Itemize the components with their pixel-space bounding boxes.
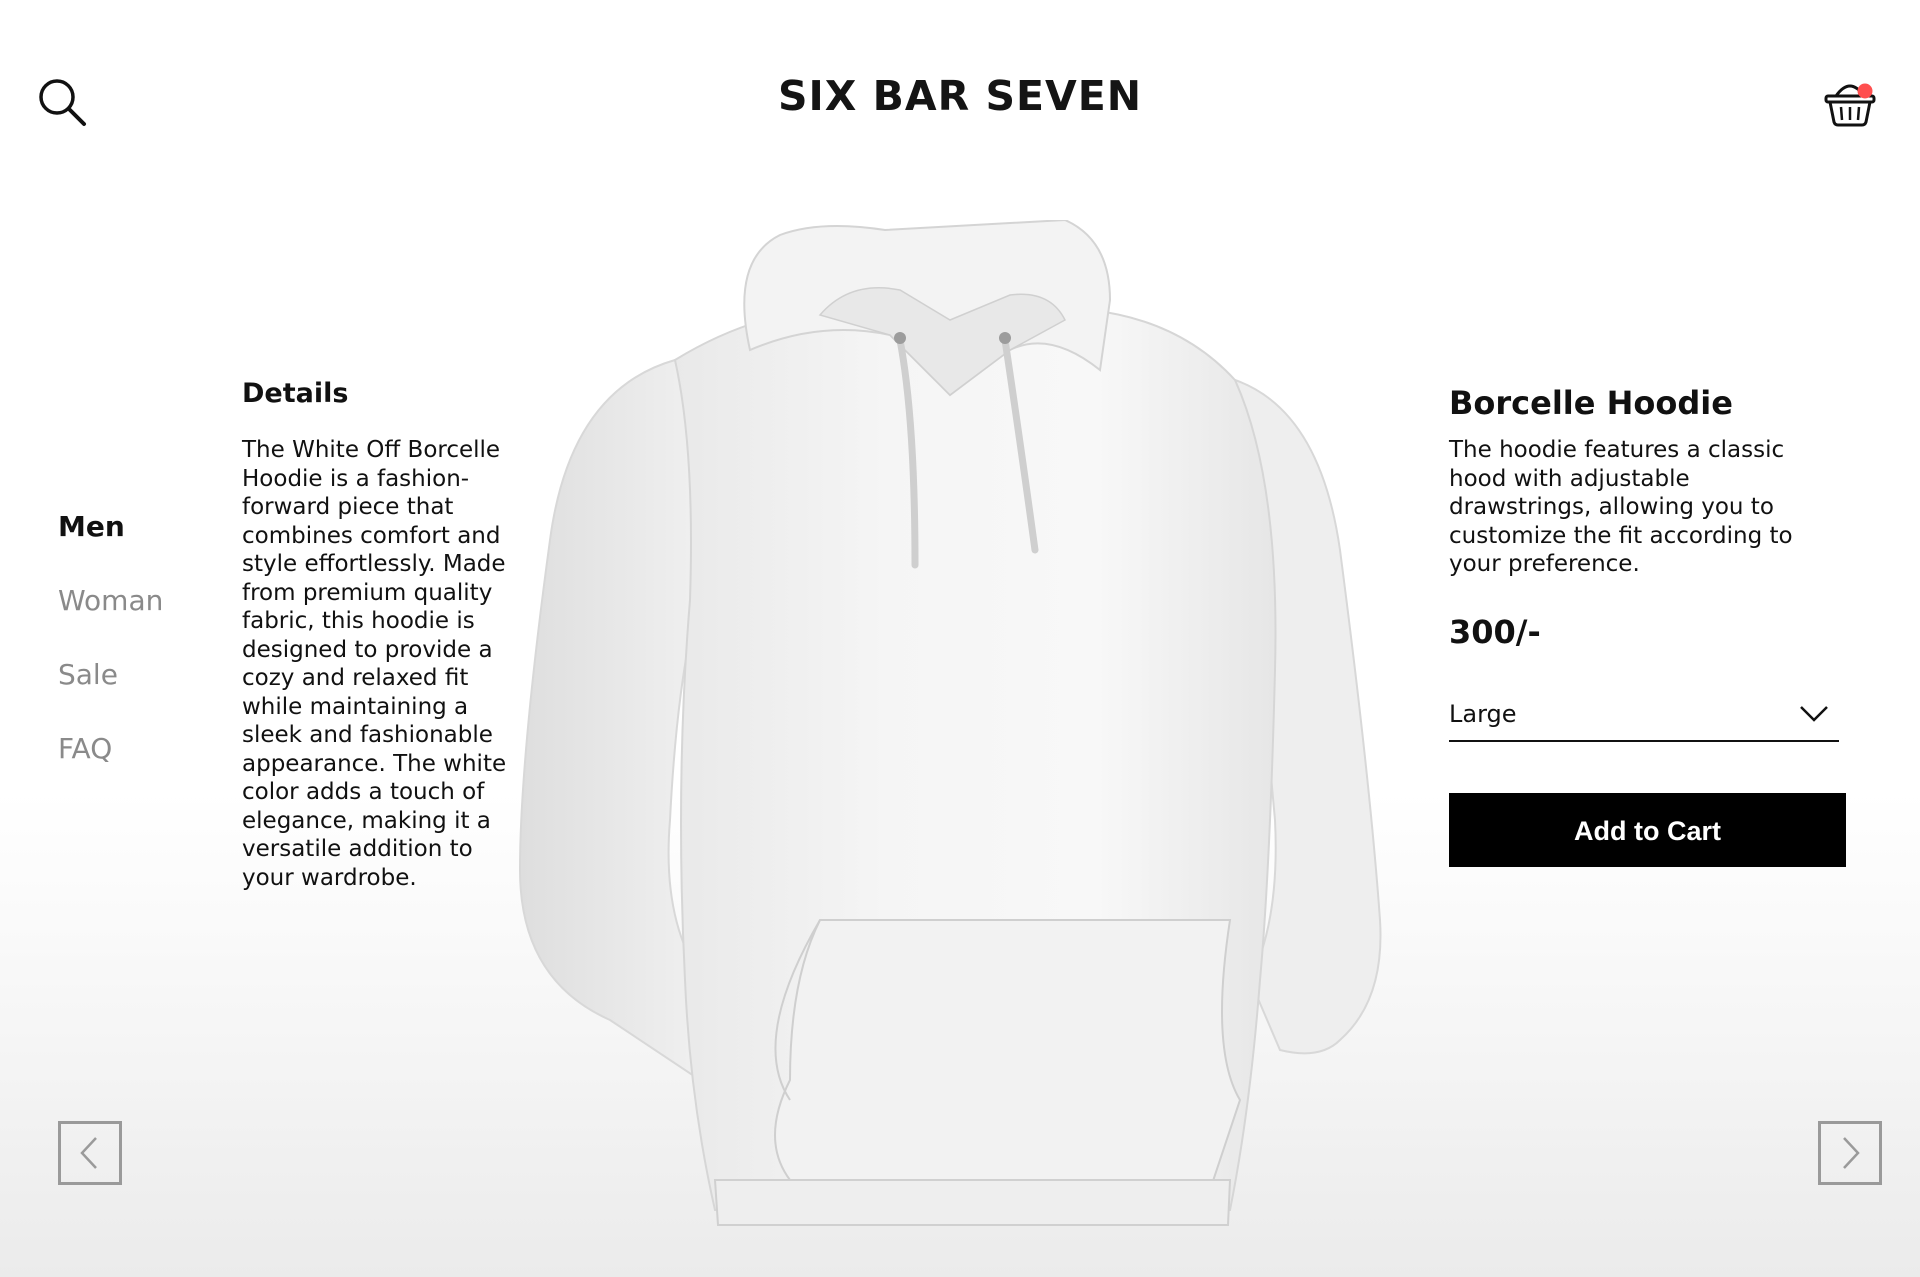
details-text: The White Off Borcelle Hoodie is a fashi… — [242, 437, 507, 891]
nav-item-woman[interactable]: Woman — [58, 584, 163, 617]
basket-icon[interactable] — [1822, 74, 1878, 130]
white-hoodie-image — [490, 218, 1420, 1240]
size-select[interactable]: Large — [1449, 694, 1839, 742]
details-heading: Details — [242, 378, 349, 409]
add-to-cart-button[interactable]: Add to Cart — [1449, 793, 1846, 867]
cart-badge — [1857, 83, 1873, 99]
size-select-value: Large — [1449, 700, 1517, 728]
product-name: Borcelle Hoodie — [1449, 384, 1733, 422]
chevron-down-icon — [1799, 704, 1829, 724]
brand-logo[interactable]: SIX BAR SEVEN — [0, 72, 1920, 120]
nav-item-sale[interactable]: Sale — [58, 658, 118, 691]
product-description: The hoodie features a classic hood with … — [1449, 437, 1793, 577]
next-arrow-button[interactable] — [1818, 1121, 1882, 1185]
prev-arrow-button[interactable] — [58, 1121, 122, 1185]
chevron-right-icon — [1843, 1137, 1860, 1169]
product-price: 300/- — [1449, 613, 1541, 651]
chevron-left-icon — [80, 1137, 97, 1169]
nav-item-men[interactable]: Men — [58, 510, 125, 543]
nav-item-faq[interactable]: FAQ — [58, 732, 112, 765]
